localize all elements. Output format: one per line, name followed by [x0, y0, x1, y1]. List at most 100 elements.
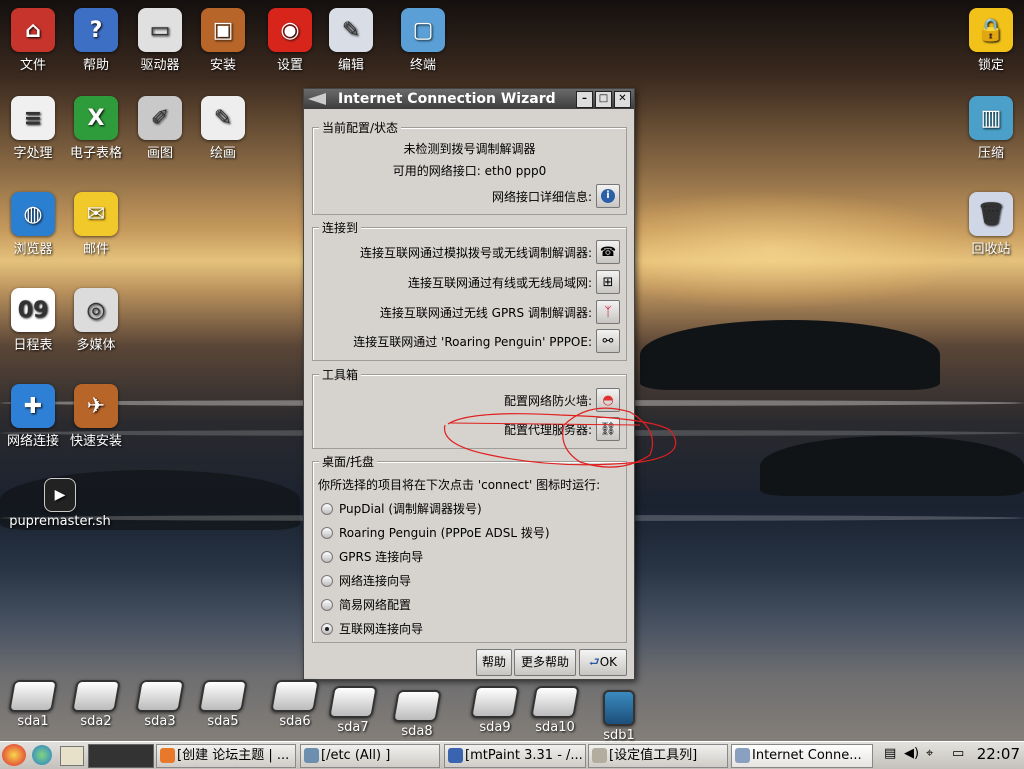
paint-icon: ✐	[138, 96, 182, 140]
battery-icon[interactable]: ▭	[952, 746, 964, 761]
tray-option-label: 互联网连接向导	[339, 622, 424, 636]
desktop-icon-archive[interactable]: ▥ 压缩	[958, 96, 1024, 161]
help-icon: ?	[74, 8, 118, 52]
drive-icon-sda3[interactable]: sda3	[127, 680, 193, 729]
taskbar-window-label: Internet Conne...	[752, 748, 862, 763]
desktop-icon-spreadsheet[interactable]: X 电子表格	[63, 96, 129, 161]
connect-label: 连接到	[319, 219, 362, 236]
tray-option-radio[interactable]: Roaring Penguin (PPPoE ADSL 拨号)	[321, 524, 550, 541]
taskbar-window-button[interactable]: [/etc (All) ]	[300, 744, 440, 768]
drive-icon-sda9[interactable]: sda9	[462, 686, 528, 735]
desktop-icon-help[interactable]: ? 帮助	[63, 8, 129, 73]
desktop-icon-draw[interactable]: ✎ 绘画	[190, 96, 256, 161]
taskbar: [创建 论坛主题 | ... [/etc (All) ] [mtPaint 3.31…	[0, 741, 1024, 769]
desktop-icon-trash[interactable]: 🗑 回收站	[958, 192, 1024, 257]
terminal-icon: ▢	[401, 8, 445, 52]
drive-label: sda10	[535, 720, 575, 735]
window-titlebar[interactable]: Internet Connection Wizard – □ ✕	[304, 89, 634, 109]
drive-label: sda7	[337, 720, 369, 735]
gprs-button[interactable]: ᛉ	[596, 300, 620, 324]
drive-label: sda9	[479, 720, 511, 735]
hard-drive-icon	[135, 680, 185, 712]
ethernet-plug-icon: ⚯	[602, 333, 614, 349]
minimize-icon[interactable]: –	[576, 91, 593, 108]
firewall-label: 配置网络防火墙:	[503, 393, 592, 408]
hard-drive-icon	[530, 686, 580, 718]
edit-icon: ✎	[329, 8, 373, 52]
pppoe-button[interactable]: ⚯	[596, 329, 620, 353]
more-help-button[interactable]: 更多帮助	[514, 649, 576, 676]
radio-indicator	[321, 622, 333, 635]
desktop-icon-label: pupremaster.sh	[9, 514, 111, 529]
desktop-icon-word-processor[interactable]: ≡ 字处理	[0, 96, 66, 161]
file-manager-launcher-icon[interactable]	[60, 746, 84, 766]
desktop-icon-settings[interactable]: ◉ 设置	[257, 8, 323, 73]
tray-option-radio[interactable]: GPRS 连接向导	[321, 548, 423, 565]
desktop-icon-drive[interactable]: ▭ 驱动器	[127, 8, 193, 73]
proxy-button[interactable]: ⛓	[596, 417, 620, 441]
browser-launcher-icon[interactable]	[32, 745, 52, 765]
drive-icon-sda5[interactable]: sda5	[190, 680, 256, 729]
tray-option-radio[interactable]: PupDial (调制解调器拨号)	[321, 500, 482, 517]
tray-option-radio[interactable]: 网络连接向导	[321, 572, 411, 589]
phone-icon: ☎	[599, 244, 617, 260]
maximize-icon[interactable]: □	[595, 91, 612, 108]
desktop-icon-briefcase[interactable]: ▣ 安装	[190, 8, 256, 73]
spreadsheet-icon: X	[74, 96, 118, 140]
desktop-icon-label: 帮助	[82, 58, 109, 73]
help-button[interactable]: 帮助	[476, 649, 512, 676]
start-menu-icon[interactable]	[2, 744, 26, 766]
taskbar-window-button[interactable]: Internet Conne...	[731, 744, 873, 768]
hard-drive-icon	[328, 686, 378, 718]
drive-icon-sdb1[interactable]: sdb1	[586, 690, 652, 743]
desktop-icon-pupremaster[interactable]: ▶ pupremaster.sh	[0, 478, 120, 529]
desktop-icon-label: 回收站	[971, 242, 1011, 257]
drive-icon-sda7[interactable]: sda7	[320, 686, 386, 735]
desktop-icon-network[interactable]: ✚ 网络连接	[0, 384, 66, 449]
taskbar-window-label: [/etc (All) ]	[321, 748, 391, 763]
desktop-icon-mail[interactable]: ✉ 邮件	[63, 192, 129, 257]
desktop-pager[interactable]	[88, 744, 154, 768]
desktop-icon-lock[interactable]: 🔒 锁定	[958, 8, 1024, 73]
drive-icon-sda8[interactable]: sda8	[384, 690, 450, 739]
desktop-icon-label: 日程表	[13, 338, 53, 353]
taskbar-window-button[interactable]: [创建 论坛主题 | ...	[156, 744, 296, 768]
desktop-icon-edit[interactable]: ✎ 编辑	[318, 8, 384, 73]
desktop-icon-media-reel[interactable]: ◎ 多媒体	[63, 288, 129, 353]
desktop-icon-terminal[interactable]: ▢ 终端	[390, 8, 456, 73]
drive-icon-sda6[interactable]: sda6	[262, 680, 328, 729]
network-card-icon: ⊞	[602, 274, 614, 290]
radio-indicator	[321, 526, 333, 539]
proxy-icon: ⛓	[599, 421, 617, 437]
desktop-icon-label: 压缩	[977, 146, 1004, 161]
ok-button[interactable]: ⮐OK	[579, 649, 627, 676]
close-icon[interactable]: ✕	[614, 91, 631, 108]
taskbar-window-button[interactable]: [设定值工具列]	[588, 744, 728, 768]
taskbar-window-button[interactable]: [mtPaint 3.31 - /...	[444, 744, 586, 768]
drive-icon-sda10[interactable]: sda10	[522, 686, 588, 735]
desktop-icon-label: 终端	[409, 58, 436, 73]
interface-details-button[interactable]: i	[596, 184, 620, 208]
usb-drive-icon	[603, 690, 635, 726]
lan-button[interactable]: ⊞	[596, 270, 620, 294]
current-config-frame: 当前配置/状态 未检测到拨号调制解调器 可用的网络接口: eth0 ppp0 网…	[312, 119, 627, 215]
volume-icon[interactable]: ◀)	[904, 746, 919, 761]
desktop-icon-calendar[interactable]: 09 日程表	[0, 288, 66, 353]
desktop-icon-home[interactable]: ⌂ 文件	[0, 8, 66, 73]
tray-option-radio[interactable]: 简易网络配置	[321, 596, 411, 613]
drive-icon-sda1[interactable]: sda1	[0, 680, 66, 729]
window-menu-icon[interactable]	[306, 91, 328, 107]
desktop-icon-paint[interactable]: ✐ 画图	[127, 96, 193, 161]
tray-option-radio[interactable]: 互联网连接向导	[321, 620, 423, 637]
desktop-icon-globe[interactable]: ◍ 浏览器	[0, 192, 66, 257]
gprs-label: 连接互联网通过无线 GPRS 调制解调器:	[379, 305, 592, 320]
desktop-icon-toolbox[interactable]: ✈ 快速安装	[63, 384, 129, 449]
network-status-icon[interactable]: ⌖	[926, 746, 933, 761]
drive-icon-sda2[interactable]: sda2	[63, 680, 129, 729]
window-app-icon	[304, 748, 319, 763]
clipboard-icon[interactable]: ▤	[884, 746, 896, 761]
word-processor-icon: ≡	[11, 96, 55, 140]
trash-icon: 🗑	[969, 192, 1013, 236]
dialup-button[interactable]: ☎	[596, 240, 620, 264]
firewall-button[interactable]: ◓	[596, 388, 620, 412]
